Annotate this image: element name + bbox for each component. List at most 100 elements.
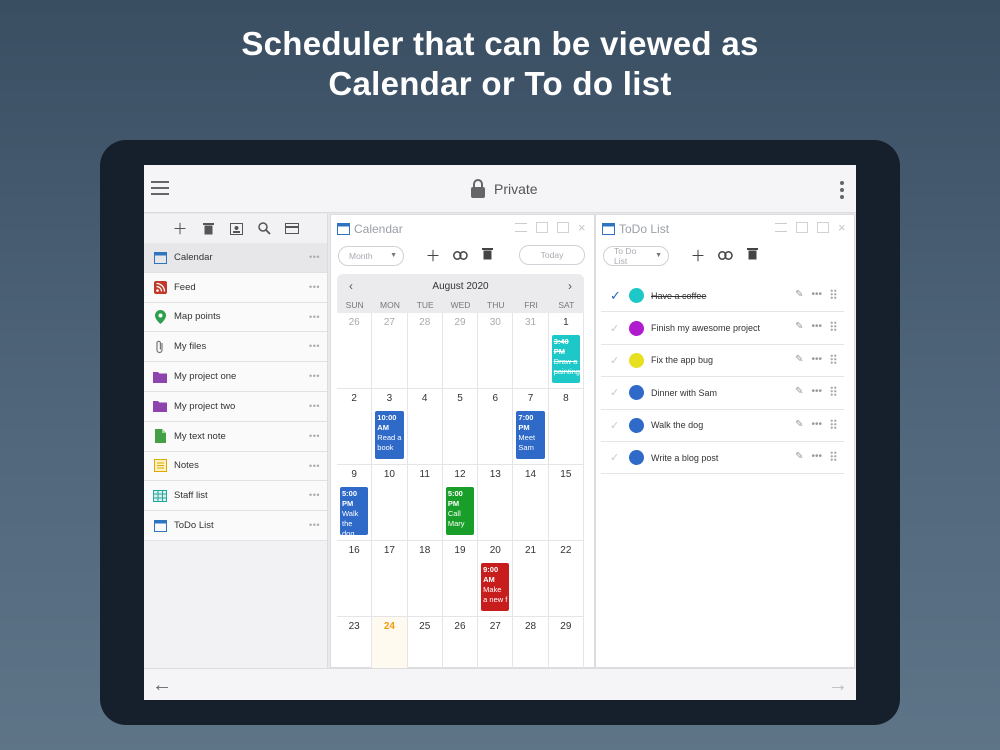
back-arrow-icon[interactable]: ← [152, 674, 172, 697]
calendar-day-cell[interactable]: 31 [513, 313, 549, 389]
calendar-day-cell[interactable]: 4 [407, 389, 443, 465]
more-icon[interactable]: ••• [309, 371, 320, 381]
sidebar-item-calendar[interactable]: Calendar ••• [144, 243, 327, 273]
more-icon[interactable]: ••• [811, 419, 822, 430]
split-view-icon[interactable] [536, 222, 548, 233]
calendar-day-cell[interactable]: 14 [513, 465, 549, 541]
pencil-icon[interactable]: ✎ [795, 354, 803, 365]
calendar-day-cell[interactable]: 2 [337, 389, 373, 465]
more-icon[interactable]: ••• [811, 451, 822, 462]
todo-item[interactable]: ✓ Write a blog post ✎ ••• [601, 442, 844, 475]
prev-month-icon[interactable]: ‹ [349, 279, 353, 293]
todo-item[interactable]: ✓ Finish my awesome project ✎ ••• [601, 312, 844, 345]
calendar-day-cell[interactable]: 29 [442, 313, 479, 389]
drag-handle-icon[interactable] [830, 386, 837, 398]
calendar-day-cell[interactable]: 30 [478, 313, 514, 389]
more-icon[interactable]: ••• [811, 321, 822, 332]
check-icon[interactable]: ✓ [610, 386, 624, 399]
sidebar-item-todo-list[interactable]: ToDo List ••• [144, 511, 327, 541]
calendar-day-cell[interactable]: 27 [372, 313, 408, 389]
calendar-day-cell[interactable]: 15 [548, 465, 584, 541]
calendar-day-cell[interactable]: 3 10:00 AM Read a book [372, 389, 408, 465]
calendar-day-cell[interactable]: 18 [407, 541, 443, 617]
check-icon[interactable]: ✓ [610, 354, 624, 367]
sidebar-item-my-files[interactable]: My files ••• [144, 332, 327, 363]
more-icon[interactable]: ••• [309, 341, 320, 351]
more-icon[interactable]: ••• [309, 312, 320, 322]
sidebar-item-notes[interactable]: Notes ••• [144, 451, 327, 482]
calendar-contact-icon[interactable] [227, 220, 245, 238]
sidebar-item-my-project-two[interactable]: My project two ••• [144, 391, 327, 422]
list-view-icon[interactable] [515, 223, 527, 232]
calendar-event[interactable]: 9:00 AM Make a new f [481, 563, 510, 611]
check-icon[interactable]: ✓ [610, 322, 624, 335]
more-icon[interactable]: ••• [811, 289, 822, 300]
more-icon[interactable]: ••• [811, 354, 822, 365]
check-icon[interactable]: ✓ [610, 451, 624, 464]
trash-icon[interactable] [199, 220, 217, 238]
pencil-icon[interactable]: ✎ [795, 419, 803, 430]
sidebar-item-my-text-note[interactable]: My text note ••• [144, 421, 327, 452]
calendar-day-cell[interactable]: 11 [407, 465, 443, 541]
drag-handle-icon[interactable] [830, 321, 837, 333]
pencil-icon[interactable]: ✎ [795, 451, 803, 462]
split-view-icon[interactable] [796, 222, 808, 233]
more-icon[interactable]: ••• [309, 431, 320, 441]
today-button[interactable]: Today [519, 245, 585, 265]
card-icon[interactable] [283, 220, 301, 238]
calendar-day-cell[interactable]: 5 [442, 389, 479, 465]
more-icon[interactable]: ••• [309, 461, 320, 471]
more-icon[interactable]: ••• [309, 282, 320, 292]
more-icon[interactable]: ••• [309, 401, 320, 411]
link-icon[interactable] [716, 247, 734, 264]
check-icon[interactable]: ✓ [610, 419, 624, 432]
calendar-event[interactable]: 10:00 AM Read a book [375, 411, 404, 459]
todo-item[interactable]: ✓ Dinner with Sam ✎ ••• [601, 377, 844, 410]
calendar-event[interactable]: 3:40 PM Draw a painting [551, 335, 580, 383]
next-month-icon[interactable]: › [568, 279, 572, 293]
calendar-day-cell[interactable]: 21 [513, 541, 549, 617]
todo-item[interactable]: ✓ Fix the app bug ✎ ••• [601, 345, 844, 378]
more-icon[interactable]: ••• [309, 252, 320, 262]
more-icon[interactable]: ••• [811, 386, 822, 397]
calendar-day-cell[interactable]: 7 7:00 PM Meet Sam [513, 389, 549, 465]
pencil-icon[interactable]: ✎ [795, 321, 803, 332]
calendar-day-cell[interactable]: 12 5:00 PM Call Mary [442, 465, 479, 541]
maximize-icon[interactable] [817, 222, 829, 233]
pencil-icon[interactable]: ✎ [795, 386, 803, 397]
more-icon[interactable]: ••• [309, 490, 320, 500]
close-icon[interactable]: × [838, 221, 848, 234]
kebab-icon[interactable] [840, 181, 844, 199]
calendar-day-cell[interactable]: 16 [337, 541, 373, 617]
more-icon[interactable]: ••• [309, 520, 320, 530]
todo-item[interactable]: ✓ Have a coffee ✎ ••• [601, 280, 844, 313]
list-view-icon[interactable] [775, 223, 787, 232]
calendar-day-cell[interactable]: 22 [548, 541, 584, 617]
calendar-day-cell[interactable]: 19 [442, 541, 479, 617]
sidebar-item-staff-list[interactable]: Staff list ••• [144, 481, 327, 512]
todo-item[interactable]: ✓ Walk the dog ✎ ••• [601, 410, 844, 442]
link-icon[interactable] [451, 247, 469, 264]
calendar-day-cell[interactable]: 20 9:00 AM Make a new f [478, 541, 514, 617]
close-icon[interactable]: × [578, 221, 588, 234]
hamburger-icon[interactable] [151, 181, 169, 195]
calendar-event[interactable]: 5:00 PM Walk the dog [340, 487, 369, 535]
calendar-day-cell[interactable]: 28 [407, 313, 443, 389]
calendar-event[interactable]: 5:00 PM Call Mary [445, 487, 475, 535]
todo-view-select[interactable]: To Do List ▼ [603, 245, 669, 266]
calendar-event[interactable]: 7:00 PM Meet Sam [516, 411, 545, 459]
calendar-day-cell[interactable]: 26 [337, 313, 373, 389]
sidebar-item-map-points[interactable]: Map points ••• [144, 302, 327, 333]
add-icon[interactable]: ＋ [689, 245, 707, 266]
trash-icon[interactable] [743, 247, 761, 264]
add-icon[interactable]: ＋ [424, 245, 442, 266]
drag-handle-icon[interactable] [830, 418, 837, 430]
calendar-day-cell[interactable]: 8 [548, 389, 584, 465]
forward-arrow-icon[interactable]: → [828, 674, 848, 697]
sidebar-item-feed[interactable]: Feed ••• [144, 272, 327, 303]
view-mode-select[interactable]: Month ▼ [338, 245, 404, 266]
calendar-day-cell[interactable]: 10 [372, 465, 408, 541]
add-icon[interactable]: ＋ [171, 220, 189, 238]
maximize-icon[interactable] [557, 222, 569, 233]
calendar-day-cell[interactable]: 17 [372, 541, 408, 617]
